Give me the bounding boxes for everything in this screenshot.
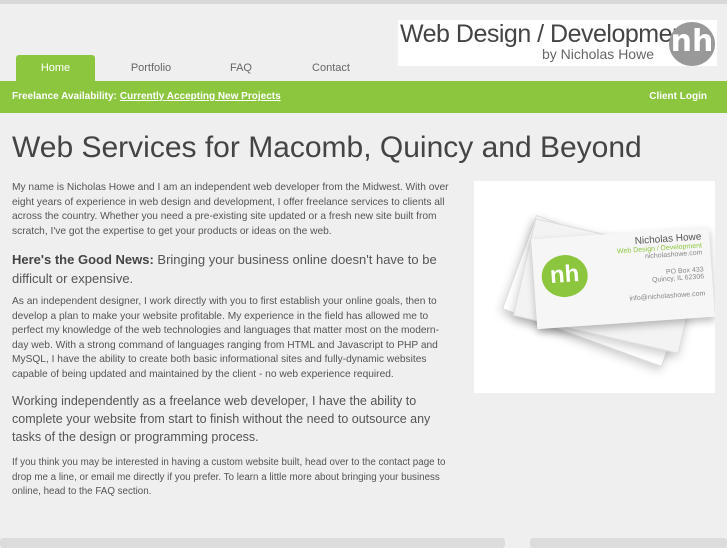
good-news: Here's the Good News: Bringing your busi…: [12, 250, 452, 288]
tab-portfolio[interactable]: Portfolio: [106, 55, 196, 81]
logo-byline: by Nicholas Howe: [541, 46, 654, 62]
availability: Freelance Availability: Currently Accepti…: [12, 91, 281, 102]
tab-faq[interactable]: FAQ: [196, 55, 286, 81]
business-card: nh Nicholas Howe Web Design / Developmen…: [531, 226, 715, 330]
site-logo[interactable]: Web Design / Development by Nicholas How…: [398, 20, 717, 66]
contact-paragraph: If you think you may be interested in ha…: [12, 457, 446, 497]
approach-paragraph: As an independent designer, I work direc…: [12, 296, 439, 380]
main-nav: Home Portfolio FAQ Contact: [16, 55, 376, 81]
tab-contact[interactable]: Contact: [286, 55, 376, 81]
logo-title: Web Design / Development: [400, 20, 692, 48]
availability-bar: Freelance Availability: Currently Accepti…: [0, 81, 727, 113]
client-login-link[interactable]: Client Login: [649, 91, 707, 102]
page-title: Web Services for Macomb, Quincy and Beyo…: [12, 131, 642, 164]
footer-panel-left: [0, 538, 505, 548]
main-content: My name is Nicholas Howe and I am an ind…: [12, 181, 452, 507]
good-news-label: Here's the Good News:: [12, 252, 154, 267]
availability-link[interactable]: Currently Accepting New Projects: [120, 91, 281, 102]
tab-home[interactable]: Home: [16, 55, 95, 81]
footer-panel-right: [530, 538, 727, 548]
independent-paragraph: Working independently as a freelance web…: [12, 394, 431, 444]
top-strip: [0, 0, 727, 4]
availability-label: Freelance Availability:: [12, 91, 117, 102]
logo-mark-icon: nh: [669, 22, 715, 66]
business-card-image: nh Nicholas Howe Web Design / Developmen…: [474, 181, 715, 393]
intro-paragraph: My name is Nicholas Howe and I am an ind…: [12, 182, 449, 237]
